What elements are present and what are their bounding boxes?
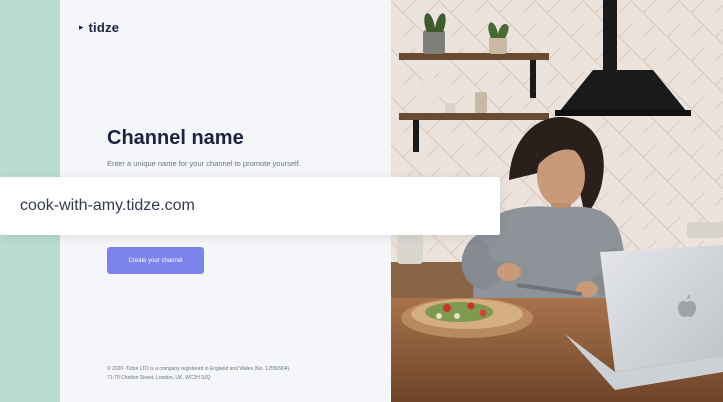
page-title: Channel name [107,127,244,149]
page-subtitle: Enter a unique name for your channel to … [107,159,301,168]
brand-name: tidze [88,20,120,35]
footer-line-company: © 2020 -Tidze LTD is a company registere… [107,366,291,372]
brand-logo[interactable]: ▸ tidze [79,20,119,35]
footer-legal: © 2020 -Tidze LTD is a company registere… [107,365,291,383]
footer-line-address: 71-75 Chelton Street, London, UK, WC2H 9… [107,375,211,381]
channel-url-input[interactable]: cook-with-amy.tidze.com [0,177,500,235]
channel-url-value: cook-with-amy.tidze.com [20,197,195,214]
triangle-play-icon: ▸ [79,22,84,33]
create-channel-button[interactable]: Create your channel [107,247,204,274]
